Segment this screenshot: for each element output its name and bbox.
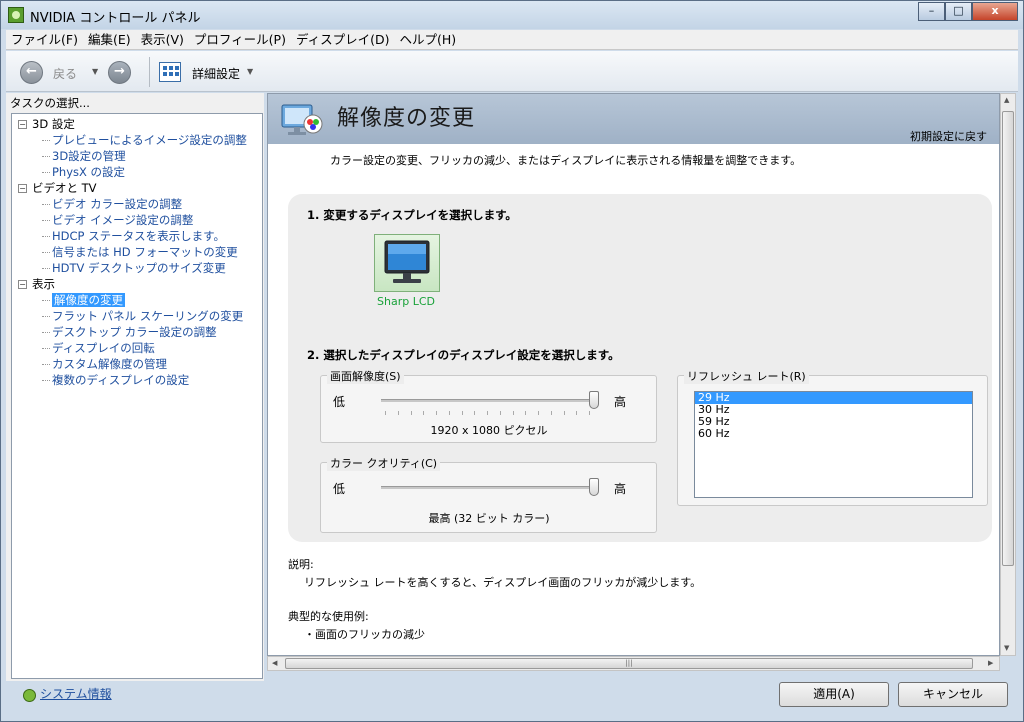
resolution-low-label: 低: [333, 395, 346, 409]
back-arrow-icon[interactable]: ←: [20, 61, 43, 84]
main-window: NVIDIA コントロール パネル – □ x ファイル(F) 編集(E) 表示…: [0, 0, 1024, 722]
forward-arrow-icon[interactable]: →: [108, 61, 131, 84]
description-text: リフレッシュ レートを高くすると、ディスプレイ画面のフリッカが減少します。: [304, 576, 702, 589]
color-slider-thumb[interactable]: [589, 478, 599, 496]
display-settings-icon: [281, 104, 323, 135]
title-bar[interactable]: NVIDIA コントロール パネル – □ x: [1, 1, 1023, 29]
horizontal-scrollbar[interactable]: ◀ ||| ▶: [267, 656, 1000, 671]
tree-category-3d[interactable]: −3D 設定: [12, 116, 262, 132]
toolbar-separator: [149, 57, 150, 87]
toolbar: ← 戻る ▼ → 詳細設定 ▼: [6, 51, 1018, 92]
color-slider-track[interactable]: [381, 486, 594, 489]
settings-panel: 1. 変更するディスプレイを選択します。 Sharp LCD 2. 選択したディ…: [288, 194, 992, 542]
task-tree: −3D 設定 プレビューによるイメージ設定の調整 3D設定の管理 PhysX の…: [11, 113, 263, 679]
refresh-option[interactable]: 30 Hz: [695, 404, 972, 416]
advanced-settings-label[interactable]: 詳細設定: [192, 65, 240, 82]
refresh-option[interactable]: 60 Hz: [695, 428, 972, 440]
collapse-icon[interactable]: −: [18, 184, 27, 193]
resolution-group: 画面解像度(S) 低 高 1920 x 1080 ピクセル: [320, 368, 657, 443]
resolution-high-label: 高: [614, 395, 627, 409]
vertical-scrollbar[interactable]: ▲ ▼: [1000, 93, 1016, 656]
menu-edit[interactable]: 編集(E): [83, 30, 136, 49]
tree-item[interactable]: HDTV デスクトップのサイズ変更: [12, 260, 262, 276]
task-pane: タスクの選択... −3D 設定 プレビューによるイメージ設定の調整 3D設定の…: [6, 93, 264, 681]
menu-file[interactable]: ファイル(F): [6, 30, 83, 49]
tree-item[interactable]: ビデオ カラー設定の調整: [12, 196, 262, 212]
refresh-rate-legend: リフレッシュ レート(R): [684, 368, 809, 384]
monitor-icon: [384, 240, 430, 283]
resolution-legend: 画面解像度(S): [327, 368, 404, 384]
refresh-option-selected[interactable]: 29 Hz: [695, 392, 972, 404]
color-quality-legend: カラー クオリティ(C): [327, 455, 441, 471]
tree-item[interactable]: PhysX の設定: [12, 164, 262, 180]
color-quality-group: カラー クオリティ(C) 低 高 最高 (32 ビット カラー): [320, 455, 657, 533]
advanced-settings-icon[interactable]: [159, 62, 181, 82]
tree-item[interactable]: プレビューによるイメージ設定の調整: [12, 132, 262, 148]
menu-help[interactable]: ヘルプ(H): [394, 30, 461, 49]
display-tile-sharp-lcd[interactable]: [374, 234, 440, 292]
page-intro: カラー設定の変更、フリッカの減少、またはディスプレイに表示される情報量を調整でき…: [330, 154, 802, 167]
tree-item[interactable]: デスクトップ カラー設定の調整: [12, 324, 262, 340]
tree-item[interactable]: 3D設定の管理: [12, 148, 262, 164]
system-info-link[interactable]: システム情報: [40, 685, 112, 702]
tree-item[interactable]: ディスプレイの回転: [12, 340, 262, 356]
menu-bar: ファイル(F) 編集(E) 表示(V) プロフィール(P) ディスプレイ(D) …: [6, 30, 1018, 50]
restore-defaults-link[interactable]: 初期設定に戻す: [910, 128, 987, 144]
usage-label: 典型的な使用例:: [288, 610, 369, 623]
horizontal-scroll-thumb[interactable]: |||: [285, 658, 973, 669]
step2-title: 2. 選択したディスプレイのディスプレイ設定を選択します。: [307, 348, 620, 362]
task-select-label: タスクの選択...: [10, 96, 90, 110]
page-title: 解像度の変更: [337, 106, 476, 131]
resolution-slider-track[interactable]: [381, 399, 594, 402]
content-pane: 解像度の変更 初期設定に戻す カラー設定の変更、フリッカの減少、またはディスプレ…: [267, 93, 1000, 656]
collapse-icon[interactable]: −: [18, 120, 27, 129]
window-controls: – □ x: [918, 2, 1018, 21]
advanced-dropdown-icon[interactable]: ▼: [247, 67, 253, 76]
tree-category-display[interactable]: − 表示: [12, 276, 262, 292]
cancel-button[interactable]: キャンセル: [898, 682, 1008, 707]
color-quality-value: 最高 (32 ビット カラー): [428, 512, 550, 525]
tree-item[interactable]: HDCP ステータスを表示します。: [12, 228, 262, 244]
resolution-ticks: [385, 411, 590, 416]
scroll-right-icon[interactable]: ▶: [988, 659, 993, 667]
back-label[interactable]: 戻る: [53, 65, 77, 82]
refresh-rate-listbox[interactable]: 29 Hz 30 Hz 59 Hz 60 Hz: [694, 391, 973, 498]
resolution-slider-thumb[interactable]: [589, 391, 599, 409]
window-title: NVIDIA コントロール パネル: [30, 11, 201, 26]
page-header: 解像度の変更 初期設定に戻す: [268, 94, 999, 144]
refresh-option[interactable]: 59 Hz: [695, 416, 972, 428]
menu-display[interactable]: ディスプレイ(D): [291, 30, 395, 49]
resolution-value: 1920 x 1080 ピクセル: [430, 424, 548, 437]
minimize-button[interactable]: –: [918, 2, 945, 21]
tree-category-video[interactable]: − ビデオと TV: [12, 180, 262, 196]
nvidia-app-icon: [8, 7, 24, 23]
step1-title: 1. 変更するディスプレイを選択します。: [307, 208, 517, 222]
tree-item[interactable]: フラット パネル スケーリングの変更: [12, 308, 262, 324]
collapse-icon[interactable]: −: [18, 280, 27, 289]
back-dropdown-icon[interactable]: ▼: [92, 67, 98, 76]
maximize-button[interactable]: □: [945, 2, 972, 21]
system-info-icon[interactable]: [23, 689, 36, 702]
color-high-label: 高: [614, 482, 627, 496]
close-button[interactable]: x: [972, 2, 1018, 21]
tree-item[interactable]: 信号または HD フォーマットの変更: [12, 244, 262, 260]
vertical-scroll-thumb[interactable]: [1002, 111, 1014, 566]
scroll-up-icon[interactable]: ▲: [1004, 96, 1009, 104]
apply-button[interactable]: 適用(A): [779, 682, 889, 707]
scroll-left-icon[interactable]: ◀: [272, 659, 277, 667]
scroll-down-icon[interactable]: ▼: [1004, 644, 1009, 652]
menu-profile[interactable]: プロフィール(P): [189, 30, 291, 49]
tree-item[interactable]: ビデオ イメージ設定の調整: [12, 212, 262, 228]
tree-item-active[interactable]: 解像度の変更: [12, 292, 262, 308]
menu-view[interactable]: 表示(V): [136, 30, 189, 49]
tree-item[interactable]: 複数のディスプレイの設定: [12, 372, 262, 388]
display-name-label: Sharp LCD: [377, 295, 435, 308]
color-low-label: 低: [333, 482, 346, 496]
usage-text: ・画面のフリッカの減少: [304, 628, 425, 641]
tree-item[interactable]: カスタム解像度の管理: [12, 356, 262, 372]
description-label: 説明:: [288, 558, 314, 571]
